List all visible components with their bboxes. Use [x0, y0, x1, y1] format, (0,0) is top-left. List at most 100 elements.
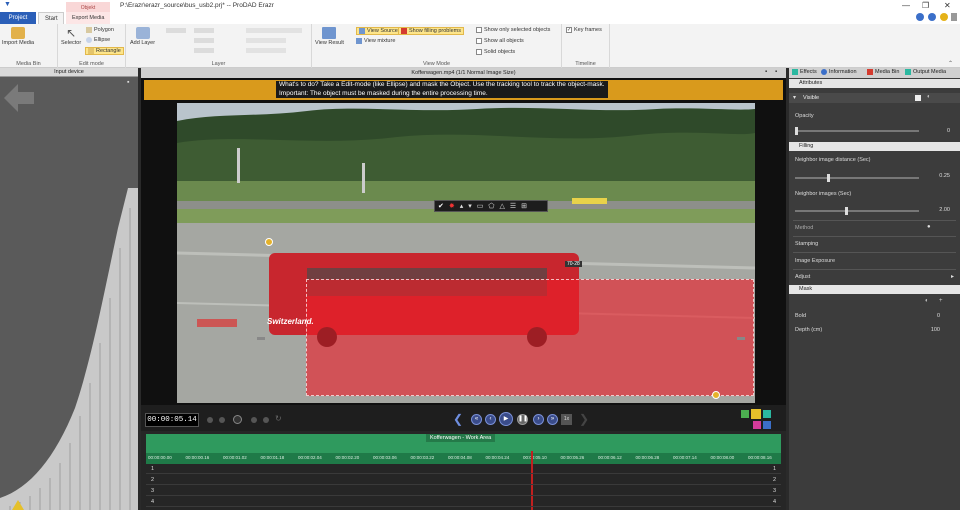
prev-marker-icon[interactable] [251, 417, 257, 423]
view-source-button[interactable]: View Source [356, 27, 401, 35]
adjust-option[interactable]: Adjust [795, 274, 810, 280]
key-frames-checkbox[interactable]: ✓ Key frames [566, 27, 602, 33]
visible-row[interactable]: ▾ Visible ◐ [789, 93, 960, 103]
tab-start[interactable]: Start [38, 12, 64, 24]
layer-pink-icon[interactable] [753, 421, 761, 429]
ellipse-button[interactable]: Ellipse [86, 37, 110, 43]
help-icon[interactable] [916, 13, 924, 21]
view-mixture-button[interactable]: View mixture [356, 38, 395, 44]
mask-handle-topleft[interactable] [265, 238, 273, 246]
zoom-tool-icon[interactable]: ⊞ [521, 202, 527, 210]
jog-right-icon[interactable]: ❯ [579, 412, 589, 426]
bold-value[interactable]: 0 [937, 313, 940, 319]
opacity-value[interactable]: 0 [947, 128, 950, 134]
track-down-icon[interactable]: ▾ [468, 202, 472, 210]
collapse-ribbon-icon[interactable]: ⌃ [948, 60, 953, 67]
loop-icon[interactable] [233, 415, 242, 424]
layer-green-icon[interactable] [741, 410, 749, 418]
minimize-button[interactable]: — [902, 1, 910, 10]
mask-handle-bottomright[interactable] [712, 391, 720, 399]
track-row[interactable] [146, 476, 781, 485]
tab-export-media[interactable]: Export Media [66, 12, 110, 24]
back-arrow-icon[interactable] [4, 84, 34, 112]
pause-button[interactable]: ❚❚ [517, 414, 528, 425]
layer-tool-icon[interactable] [194, 38, 214, 43]
refresh-icon[interactable]: ↻ [275, 414, 282, 423]
layer-tool-icon[interactable] [166, 28, 186, 33]
track-row[interactable] [146, 487, 781, 496]
solid-objects-checkbox[interactable]: Solid objects [476, 49, 515, 55]
rectangle-tool-icon[interactable]: ▭ [477, 202, 484, 210]
visible-checkbox[interactable] [915, 95, 921, 101]
viewer-minimize-icon[interactable]: ▪ [765, 69, 767, 75]
image-exposure-option[interactable]: Image Exposure [795, 258, 835, 264]
import-media-button[interactable]: Import Media [2, 27, 34, 46]
tab-project[interactable]: Project [0, 12, 36, 24]
close-button[interactable]: ✕ [944, 1, 951, 10]
layer-teal-icon[interactable] [763, 410, 771, 418]
depth-value[interactable]: 100 [931, 327, 940, 333]
mark-in-icon[interactable] [207, 417, 213, 423]
fast-forward-button[interactable]: » [547, 414, 558, 425]
tab-media-bin[interactable]: Media Bin [867, 69, 899, 75]
track-row[interactable] [146, 465, 781, 474]
confirm-icon[interactable]: ✔ [438, 202, 444, 210]
stamping-option[interactable]: Stamping [795, 241, 818, 247]
add-layer-button[interactable]: Add Layer [130, 27, 155, 46]
mask-side-handle-left[interactable] [257, 337, 265, 340]
show-filling-problems-button[interactable]: Show filling problems [398, 27, 464, 35]
layer-blue-icon[interactable] [763, 421, 771, 429]
neighbor-images-value[interactable]: 2.00 [939, 207, 950, 213]
notification-icon[interactable] [940, 13, 948, 21]
cancel-icon[interactable]: ✸ [449, 202, 455, 210]
rewind-button[interactable]: « [471, 414, 482, 425]
play-button[interactable]: ▶ [499, 412, 513, 426]
next-marker-icon[interactable] [263, 417, 269, 423]
user-icon[interactable] [951, 13, 957, 21]
speed-button[interactable]: 1x [561, 414, 572, 425]
step-forward-button[interactable]: › [533, 414, 544, 425]
time-ruler[interactable]: 00:00:00.00 00:00:00.16 00:00:01.02 00:00:0… [146, 453, 781, 464]
opacity-slider[interactable] [795, 127, 919, 135]
layer-option-checkbox[interactable] [246, 48, 286, 53]
layer-tool-icon[interactable] [194, 48, 214, 53]
layer-yellow-icon[interactable] [751, 409, 761, 419]
show-all-checkbox[interactable]: Show all objects [476, 38, 524, 44]
tab-output-media[interactable]: Output Media [905, 69, 946, 75]
mask-options-icon[interactable]: ◐ [925, 298, 929, 304]
mark-out-icon[interactable] [219, 417, 225, 423]
method-option-icon[interactable]: ● [927, 224, 931, 230]
video-frame[interactable]: Switzerland. 70-28 [177, 103, 755, 403]
expand-icon[interactable]: ▾ [793, 94, 796, 101]
mask-side-handle-right[interactable] [737, 337, 745, 340]
tab-effects[interactable]: Effects [792, 69, 817, 75]
panel-menu-icon[interactable]: ▪ [127, 79, 129, 86]
app-menu-icon[interactable]: ▼ [4, 1, 11, 8]
mask-add-icon[interactable]: + [939, 298, 943, 304]
object-mask-rectangle[interactable] [306, 279, 754, 396]
slider-knob[interactable] [827, 174, 830, 182]
maximize-button[interactable]: ❐ [922, 1, 929, 10]
polygon-button[interactable]: Polygon [86, 27, 114, 33]
viewer-maximize-icon[interactable]: ▪ [775, 69, 777, 75]
section-mask[interactable]: Mask [789, 285, 960, 294]
adjust-dropdown-icon[interactable]: ▸ [951, 273, 954, 280]
slider-knob[interactable] [845, 207, 848, 215]
section-attributes[interactable]: Attributes [789, 79, 960, 88]
slider-knob[interactable] [795, 127, 798, 135]
info-icon[interactable] [928, 13, 936, 21]
timecode-display[interactable]: 00:00:05.14 [145, 413, 199, 427]
show-selected-checkbox[interactable]: Show only selected objects [476, 27, 550, 33]
neighbor-distance-slider[interactable] [795, 174, 919, 182]
tab-information[interactable]: Information [821, 69, 857, 75]
track-row[interactable] [146, 498, 781, 507]
layer-tool-icon[interactable] [194, 28, 214, 33]
neighbor-images-slider[interactable] [795, 207, 919, 215]
layer-option-checkbox[interactable] [246, 28, 302, 33]
selector-button[interactable]: ↖ Selector [61, 27, 81, 46]
settings-tool-icon[interactable]: ☰ [510, 202, 516, 210]
neighbor-distance-value[interactable]: 0.25 [939, 173, 950, 179]
shape-tool-icon[interactable]: △ [500, 202, 505, 210]
polygon-tool-icon[interactable]: ⬠ [488, 202, 494, 210]
rectangle-button[interactable]: Rectangle [85, 47, 124, 55]
